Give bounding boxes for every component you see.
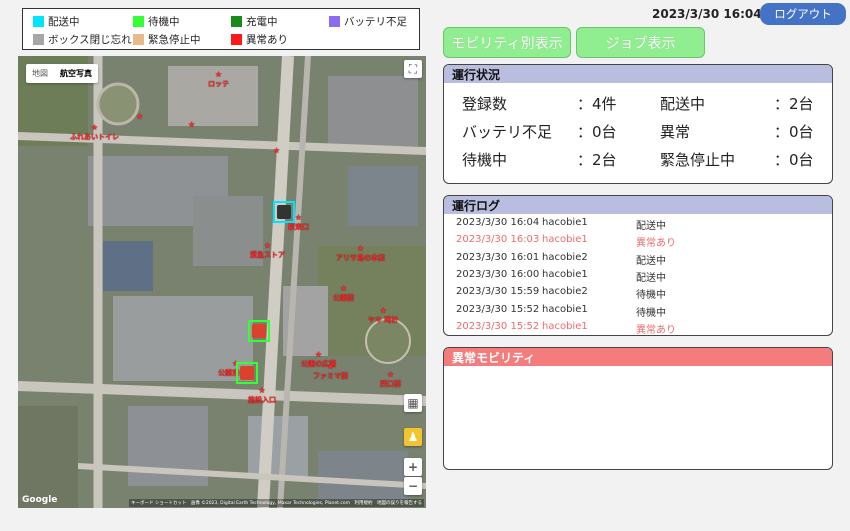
log-row: 2023/3/30 16:01 hacobie2 配送中 xyxy=(444,250,832,267)
robot-icon xyxy=(252,324,266,338)
log-time: 2023/3/30 16:01 xyxy=(456,251,540,263)
stat-value: ：2台 xyxy=(577,151,617,169)
log-status: 待機中 xyxy=(636,290,666,302)
mobility-marker-delivering[interactable] xyxy=(273,201,295,223)
zoom-in-button[interactable]: + xyxy=(404,458,422,476)
mobility-view-button[interactable]: モビリティ別表示 xyxy=(443,27,571,58)
logout-button[interactable]: ログアウト xyxy=(760,3,846,25)
map-poi-marker[interactable]: ふれあいトイレ xyxy=(70,123,119,142)
robot-icon xyxy=(240,366,254,380)
operation-log-panel: 運行ログ 2023/3/30 16:04 hacobie1 配送中 2023/3/30… xyxy=(443,195,833,336)
map-poi-marker[interactable] xyxy=(273,146,280,155)
legend-swatch xyxy=(231,34,242,45)
job-view-button[interactable]: ジョブ表示 xyxy=(576,27,705,58)
legend-item-charging: 充電中 xyxy=(231,14,278,29)
map-poi-marker[interactable]: ヤキ 時計 xyxy=(368,306,398,325)
stat-value: ：4件 xyxy=(577,95,617,113)
map-type-satellite[interactable]: 航空写真 xyxy=(54,64,98,83)
stat-value: ：0台 xyxy=(577,123,617,141)
log-mobility: hacobie1 xyxy=(542,268,588,280)
stat-value: ：0台 xyxy=(774,123,814,141)
mobility-marker-standby[interactable] xyxy=(248,320,270,342)
legend-item-error: 異常あり xyxy=(231,32,288,47)
log-mobility: hacobie1 xyxy=(542,303,588,315)
log-row: 2023/3/30 15:52 hacobie1 異常あり xyxy=(444,319,832,336)
log-status: 配送中 xyxy=(636,255,666,267)
log-row: 2023/3/30 16:00 hacobie1 配送中 xyxy=(444,267,832,284)
log-status: 配送中 xyxy=(636,221,666,232)
legend-item-emergency-stop: 緊急停止中 xyxy=(133,32,201,47)
stat-value: ：2台 xyxy=(774,95,814,113)
log-status: 異常あり xyxy=(636,324,676,336)
legend-swatch xyxy=(33,34,44,45)
map-attribution[interactable]: キーボード ショートカット 画像 ©2023, Digital Earth Te… xyxy=(128,499,424,507)
map-poi-marker[interactable]: アリサ島の本店 xyxy=(336,244,385,263)
map-poi-marker[interactable]: 施設入口 xyxy=(248,386,276,405)
panel-title: 運行ログ xyxy=(444,196,832,214)
log-row: 2023/3/30 16:04 hacobie1 配送中 xyxy=(444,215,832,232)
panel-title: 異常モビリティ xyxy=(444,348,832,366)
log-mobility: hacobie2 xyxy=(542,251,588,263)
legend-item-box-open: ボックス閉じ忘れ xyxy=(33,32,132,47)
legend-item-low-battery: バッテリ不足 xyxy=(329,14,407,29)
stat-label: 登録数 xyxy=(462,95,508,113)
log-status: 異常あり xyxy=(636,238,676,250)
operation-status-panel: 運行状況 登録数 ：4件 配送中 ：2台 バッテリ不足 ：0台 異常 ：0台 待… xyxy=(443,64,833,184)
log-time: 2023/3/30 15:52 xyxy=(456,320,540,332)
map-poi-marker[interactable] xyxy=(136,112,143,121)
log-time: 2023/3/30 15:59 xyxy=(456,286,540,298)
google-logo: Google xyxy=(22,495,58,505)
fullscreen-icon[interactable]: ⛶ xyxy=(404,60,422,78)
legend-swatch xyxy=(133,16,144,27)
map-layers-icon[interactable]: ▦ xyxy=(404,394,422,412)
log-mobility: hacobie2 xyxy=(542,286,588,298)
stat-label: バッテリ不足 xyxy=(462,123,553,141)
stat-label: 異常 xyxy=(660,123,691,141)
current-datetime: 2023/3/30 16:04 xyxy=(652,7,762,21)
legend-swatch xyxy=(133,34,144,45)
street-view-pegman-icon[interactable]: ♟ xyxy=(404,428,422,446)
log-time: 2023/3/30 16:03 xyxy=(456,234,540,246)
robot-icon xyxy=(277,205,291,219)
map-type-switch: 地図 航空写真 xyxy=(26,64,98,83)
log-mobility: hacobie1 xyxy=(542,234,588,246)
log-row: 2023/3/30 15:52 hacobie1 待機中 xyxy=(444,302,832,319)
map-poi-marker[interactable] xyxy=(188,120,195,129)
log-time: 2023/3/30 16:00 xyxy=(456,268,540,280)
log-status: 待機中 xyxy=(636,307,666,319)
map-poi-marker[interactable]: 西口前 xyxy=(380,370,401,389)
stat-value: ：0台 xyxy=(774,151,814,169)
status-legend: 配送中 待機中 充電中 バッテリ不足 ボックス閉じ忘れ 緊急停止中 異常あり xyxy=(22,8,420,50)
mobility-marker-standby[interactable] xyxy=(236,362,258,384)
legend-swatch xyxy=(33,16,44,27)
log-status: 配送中 xyxy=(636,272,666,284)
stat-label: 緊急停止中 xyxy=(660,151,736,169)
legend-item-delivering: 配送中 xyxy=(33,14,80,29)
log-time: 2023/3/30 16:04 xyxy=(456,217,540,228)
log-mobility: hacobie1 xyxy=(542,320,588,332)
log-mobility: hacobie1 xyxy=(542,217,588,228)
map-poi-marker[interactable]: ロッテ xyxy=(208,70,229,89)
stat-label: 待機中 xyxy=(462,151,508,169)
map-poi-marker[interactable]: ファミマ前 xyxy=(313,362,348,381)
log-row: 2023/3/30 16:03 hacobie1 異常あり xyxy=(444,232,832,249)
stat-label: 配送中 xyxy=(660,95,706,113)
map-view[interactable]: 地図 航空写真 ⛶ ▦ ♟ + − ロッテ ふれあいトイレ 駅東口 緊急ストア … xyxy=(18,56,426,508)
panel-title: 運行状況 xyxy=(444,65,832,83)
anomaly-mobility-panel: 異常モビリティ xyxy=(443,347,833,470)
zoom-out-button[interactable]: − xyxy=(404,477,422,495)
legend-swatch xyxy=(329,16,340,27)
map-poi-marker[interactable]: 緊急ストア xyxy=(250,241,285,260)
log-row: 2023/3/30 15:59 hacobie2 待機中 xyxy=(444,284,832,301)
map-poi-marker[interactable]: 公園前 xyxy=(333,284,354,303)
legend-swatch xyxy=(231,16,242,27)
map-type-map[interactable]: 地図 xyxy=(26,64,54,83)
log-time: 2023/3/30 15:52 xyxy=(456,303,540,315)
legend-item-standby: 待機中 xyxy=(133,14,180,29)
